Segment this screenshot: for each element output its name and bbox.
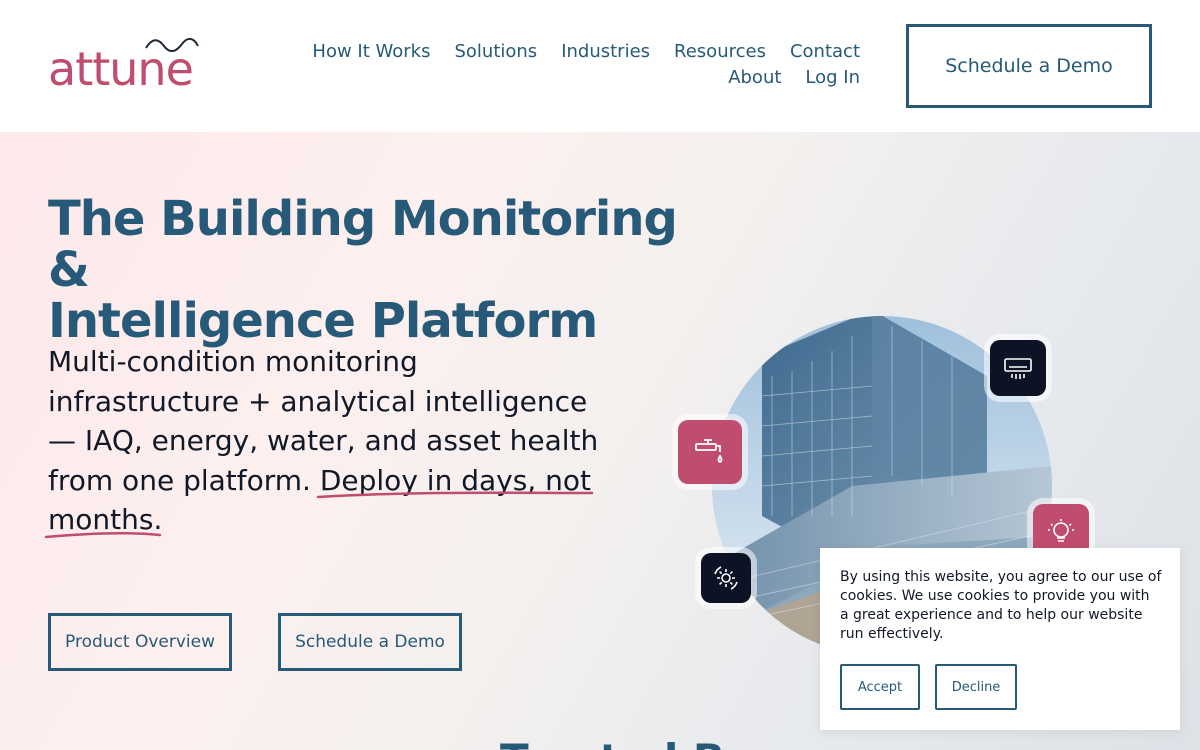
schedule-demo-hero-button[interactable]: Schedule a Demo xyxy=(278,613,462,671)
logo-wordmark: attune xyxy=(48,42,194,96)
water-tile xyxy=(678,420,742,484)
nav-how-it-works[interactable]: How It Works xyxy=(312,38,430,66)
schedule-demo-header-button[interactable]: Schedule a Demo xyxy=(906,24,1152,108)
product-overview-button[interactable]: Product Overview xyxy=(48,613,232,671)
main-nav: How It Works Solutions Industries Resour… xyxy=(260,38,860,92)
nav-about[interactable]: About xyxy=(728,64,781,92)
trusted-by-heading: Trusted B xyxy=(500,735,725,750)
nav-log-in[interactable]: Log In xyxy=(805,64,860,92)
nav-contact[interactable]: Contact xyxy=(790,38,860,66)
site-header: attune How It Works Solutions Industries… xyxy=(0,0,1200,132)
hero-title: The Building Monitoring & Intelligence P… xyxy=(48,194,688,347)
asset-health-tile xyxy=(701,553,751,603)
hero-title-line1: The Building Monitoring & xyxy=(48,191,678,298)
cookie-consent-banner: By using this website, you agree to our … xyxy=(820,548,1180,730)
faucet-icon xyxy=(695,439,723,464)
accept-cookies-button[interactable]: Accept xyxy=(840,664,920,710)
hero-title-line2: Intelligence Platform xyxy=(48,293,598,349)
hvac-tile xyxy=(990,340,1046,396)
gear-icon xyxy=(714,566,738,590)
air-conditioner-icon xyxy=(1004,358,1032,379)
nav-solutions[interactable]: Solutions xyxy=(454,38,537,66)
underline-decoration xyxy=(44,491,594,539)
nav-industries[interactable]: Industries xyxy=(561,38,650,66)
attune-logo[interactable]: attune xyxy=(48,38,208,94)
cookie-message: By using this website, you agree to our … xyxy=(840,569,1162,642)
nav-resources[interactable]: Resources xyxy=(674,38,766,66)
decline-cookies-button[interactable]: Decline xyxy=(935,664,1017,710)
lightbulb-icon xyxy=(1048,519,1074,542)
